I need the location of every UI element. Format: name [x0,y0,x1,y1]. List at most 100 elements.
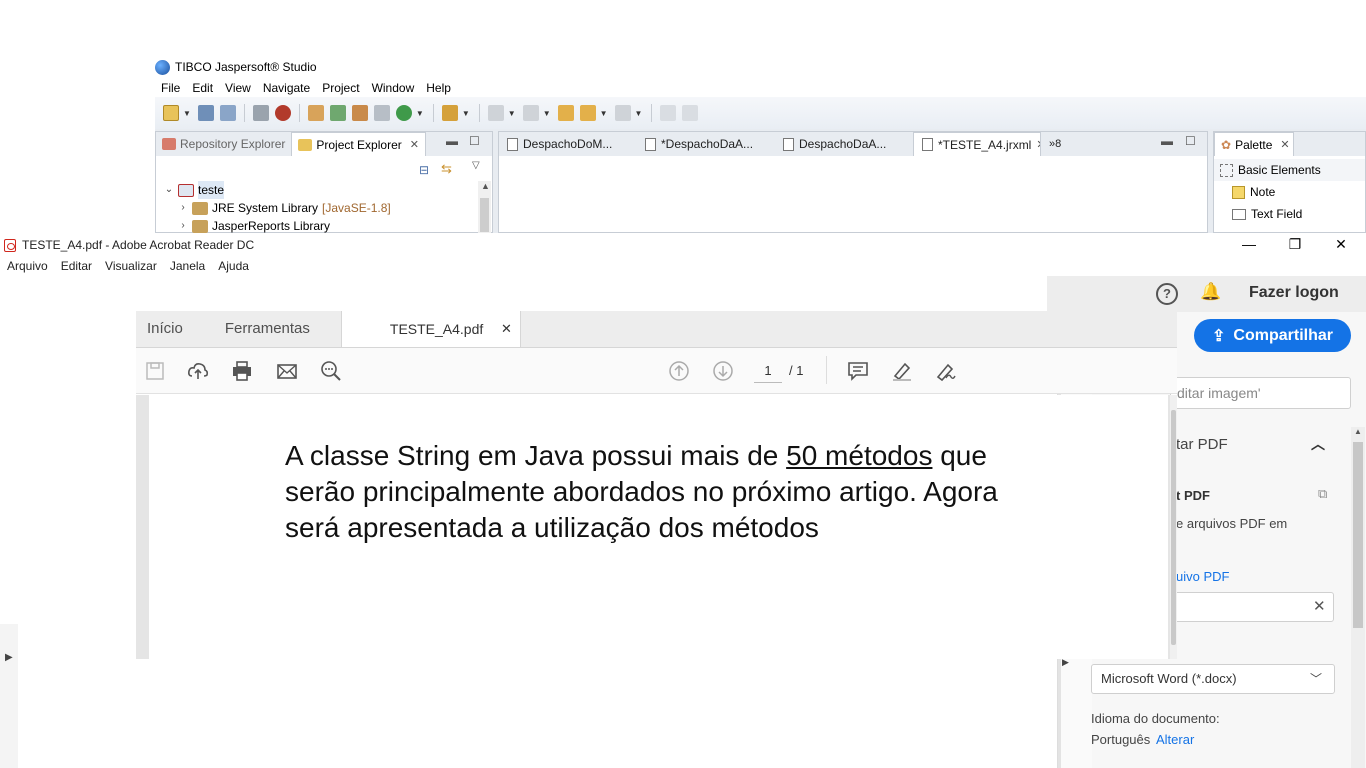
tab-inicio[interactable]: Início [136,311,194,347]
tab-ferramentas[interactable]: Ferramentas [214,311,321,347]
tab-project-explorer[interactable]: Project Explorer ✕ [291,132,426,156]
tools-icon[interactable] [441,105,458,121]
previous-page-icon[interactable] [668,360,690,382]
page-number-input[interactable]: 1 [754,361,782,383]
run-icon[interactable] [395,105,412,121]
last-edit-icon[interactable] [557,105,574,121]
palette-item-note[interactable]: Note [1214,181,1365,203]
chevron-right-icon[interactable]: › [178,199,188,217]
select-file-link[interactable]: uivo PDF [1176,569,1229,584]
tab-repository-explorer[interactable]: Repository Explorer [156,132,291,156]
editor-tab-3[interactable]: DespachoDaA... [775,132,913,156]
next-page-icon[interactable] [712,360,734,382]
close-tab-icon[interactable]: ✕ [501,321,512,337]
menu-view[interactable]: View [225,79,251,97]
tab-document[interactable]: TESTE_A4.pdf ✕ [340,311,521,347]
menu-janela[interactable]: Janela [170,256,205,276]
new-report-icon[interactable] [307,105,324,121]
menu-arquivo[interactable]: Arquivo [7,256,48,276]
back-icon[interactable] [579,105,596,121]
document-scrollbar[interactable] [1170,395,1177,659]
print-icon[interactable] [231,360,253,382]
menu-visualizar[interactable]: Visualizar [105,256,157,276]
editor-tab-2[interactable]: *DespachoDaA... [637,132,775,156]
collapse-all-icon[interactable]: ⊟ [419,163,429,177]
forward-icon[interactable] [614,105,631,121]
scroll-thumb[interactable] [1171,410,1176,645]
clear-file-icon[interactable]: ✕ [1313,597,1326,615]
next-annotation-icon[interactable] [487,105,504,121]
editor-tab-4[interactable]: *TESTE_A4.jrxml ✕ [913,132,1041,156]
menu-help[interactable]: Help [426,79,451,97]
tree-item-teste[interactable]: ⌄ teste [164,181,484,199]
view-menu-icon[interactable]: ▽ [472,160,480,171]
zoom-search-icon[interactable] [320,360,342,382]
scroll-thumb[interactable] [480,198,489,232]
redo-icon[interactable] [682,105,699,121]
maximize-icon[interactable]: ☐ [469,134,480,148]
menu-editar[interactable]: Editar [61,256,92,276]
maximize-icon[interactable]: ☐ [1185,134,1196,148]
chevron-right-icon[interactable]: › [178,217,188,235]
left-blank-area [0,276,136,624]
chevron-down-icon[interactable]: ⌄ [164,181,174,199]
undo-icon[interactable] [660,105,677,121]
help-icon[interactable]: ? [1156,283,1178,305]
more-tabs-button[interactable]: »8 [1049,132,1061,156]
new-icon[interactable] [163,105,179,121]
bell-icon[interactable]: 🔔 [1200,282,1221,302]
palette-item-text-field[interactable]: Text Field [1214,203,1365,225]
export-section-title[interactable]: tar PDF [1176,436,1228,453]
share-button[interactable]: ⇪ Compartilhar [1194,319,1351,352]
scroll-up-icon[interactable]: ▲ [481,181,490,191]
close-icon[interactable]: ✕ [410,133,419,157]
menu-file[interactable]: File [161,79,180,97]
close-icon[interactable]: ✕ [1280,133,1289,157]
palette-group-basic-elements[interactable]: Basic Elements [1214,159,1365,181]
tools-search-input[interactable]: ditar imagem' [1170,377,1351,409]
sign-icon[interactable] [935,360,957,382]
tab-palette[interactable]: ✿ Palette ✕ [1214,132,1294,156]
chevron-down-icon[interactable]: ﹀ [1310,670,1322,687]
tree-item-jasperreports[interactable]: › JasperReports Library [164,217,484,235]
language-change-link[interactable]: Alterar [1156,732,1194,747]
selected-file-box[interactable]: · ✕ [1170,592,1334,622]
link-editor-icon[interactable]: ⇆ [441,161,452,177]
upload-cloud-icon[interactable] [187,360,209,382]
copy-icon[interactable]: ⧉ [1318,486,1327,502]
close-icon[interactable]: ✕ [1036,133,1040,156]
scroll-up-icon[interactable]: ▲ [1354,427,1362,436]
close-window-button[interactable]: ✕ [1318,234,1364,256]
login-button[interactable]: Fazer logon [1249,284,1339,302]
menu-project[interactable]: Project [322,79,359,97]
minimize-window-button[interactable]: — [1226,234,1272,256]
menu-navigate[interactable]: Navigate [263,79,310,97]
save-all-icon[interactable] [219,105,236,121]
chevron-up-icon[interactable]: ︿ [1311,434,1325,454]
menu-window[interactable]: Window [372,79,415,97]
tree-scrollbar[interactable]: ▲ [478,181,491,233]
minimize-icon[interactable]: ▬ [1161,134,1173,148]
menu-edit[interactable]: Edit [192,79,213,97]
debug-icon[interactable] [274,105,291,121]
minimize-icon[interactable]: ▬ [446,134,458,148]
scroll-thumb[interactable] [1353,442,1363,628]
compile-icon[interactable] [252,105,269,121]
expand-left-panel-icon[interactable]: ▶ [5,652,13,663]
right-panel-scrollbar[interactable]: ▲ [1351,427,1365,768]
tree-item-jre[interactable]: › JRE System Library [JavaSE-1.8] [164,199,484,217]
wizard-icon[interactable] [351,105,368,121]
comment-icon[interactable] [847,360,869,382]
email-icon[interactable] [276,360,298,382]
save-icon[interactable] [144,360,166,382]
preview-icon[interactable] [373,105,390,121]
editor-tab-1[interactable]: DespachoDoM... [499,132,637,156]
save-icon[interactable] [197,105,214,121]
highlight-pen-icon[interactable] [891,360,913,382]
tab-project-explorer-label: Project Explorer [316,137,402,152]
data-adapter-icon[interactable] [329,105,346,121]
format-select[interactable]: Microsoft Word (*.docx) [1091,664,1335,694]
prev-annotation-icon[interactable] [522,105,539,121]
menu-ajuda[interactable]: Ajuda [218,256,249,276]
restore-window-button[interactable]: ❐ [1272,234,1318,256]
